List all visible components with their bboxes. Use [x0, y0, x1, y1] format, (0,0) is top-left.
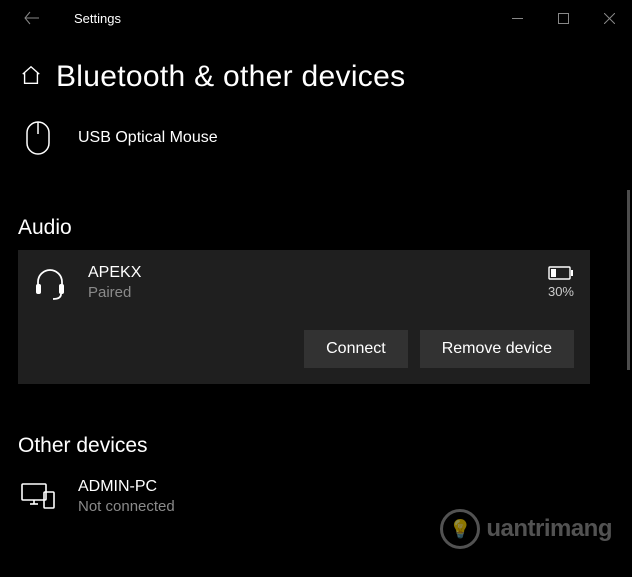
device-item-other[interactable]: ADMIN-PC Not connected	[18, 468, 624, 524]
page-header: Bluetooth & other devices	[0, 36, 632, 110]
device-name: APEKX	[88, 264, 141, 282]
section-title-audio: Audio	[18, 216, 624, 240]
maximize-icon	[558, 13, 569, 24]
connect-button[interactable]: Connect	[304, 330, 408, 368]
battery-icon	[548, 266, 574, 280]
close-icon	[604, 13, 615, 24]
home-icon[interactable]	[20, 64, 42, 91]
scrollbar[interactable]	[627, 190, 630, 370]
titlebar: Settings	[0, 0, 632, 36]
app-title: Settings	[74, 11, 121, 26]
device-name: ADMIN-PC	[78, 478, 175, 496]
computer-icon	[18, 476, 58, 516]
page-title: Bluetooth & other devices	[56, 60, 405, 94]
device-name: USB Optical Mouse	[78, 129, 218, 147]
close-button[interactable]	[586, 2, 632, 34]
device-item-mouse[interactable]: USB Optical Mouse	[18, 110, 624, 166]
arrow-left-icon	[24, 11, 40, 25]
battery-indicator: 30%	[548, 264, 574, 299]
device-status: Not connected	[78, 498, 175, 515]
window-controls	[494, 2, 632, 34]
back-button[interactable]	[18, 4, 46, 32]
minimize-icon	[512, 13, 523, 24]
device-status: Paired	[88, 284, 141, 301]
battery-percent: 30%	[548, 284, 574, 299]
headset-icon	[30, 264, 70, 304]
remove-device-button[interactable]: Remove device	[420, 330, 574, 368]
minimize-button[interactable]	[494, 2, 540, 34]
maximize-button[interactable]	[540, 2, 586, 34]
device-item-audio-selected[interactable]: APEKX Paired 30% Connect Remove device	[18, 250, 590, 384]
section-title-other: Other devices	[18, 434, 624, 458]
mouse-icon	[18, 118, 58, 158]
